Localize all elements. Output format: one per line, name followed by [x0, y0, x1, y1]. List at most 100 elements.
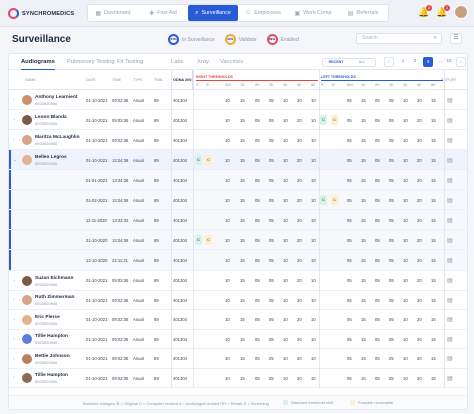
- search-input[interactable]: Search ⌕: [356, 33, 442, 44]
- right-threshold-value: 20: [297, 237, 302, 243]
- patient-avatar: [22, 373, 32, 384]
- right-threshold-value: 10: [311, 336, 316, 342]
- kpi-label: Validate: [238, 36, 257, 43]
- page-2[interactable]: 2: [410, 57, 420, 67]
- patient-name[interactable]: Leonn Blanda: [35, 115, 67, 120]
- patient-name[interactable]: Tillie Hampton: [35, 334, 68, 339]
- tab-labs[interactable]: Labs: [171, 59, 184, 65]
- report-document-icon[interactable]: ▤: [447, 297, 453, 304]
- nav-item-work-comp[interactable]: ▣ Work Comp: [288, 5, 338, 21]
- report-document-icon[interactable]: ▤: [447, 355, 453, 362]
- expand-chevron-icon[interactable]: ›: [13, 117, 15, 123]
- tab-pulmonary-testing[interactable]: Pulmonary Testing: [67, 59, 115, 65]
- expand-chevron-icon[interactable]: ›: [13, 297, 15, 303]
- report-document-icon[interactable]: ▤: [447, 277, 453, 284]
- table-row[interactable]: › Maritza McLaughlin 0923920940 01-10-2021 0…: [9, 130, 467, 150]
- table-row[interactable]: › Tillie Hampton 0923920940 01-10-2021 09:02…: [9, 330, 467, 349]
- right-sub-header: 4K: [283, 83, 288, 87]
- history-row[interactable]: 21-10-2020 13:24:38 Anual 89 401304 C C 10 15 05 0…: [9, 230, 467, 250]
- history-row[interactable]: 12-10-2020 22:11:21 Anual 89 401304 10 15 05 05 1…: [9, 250, 467, 271]
- table-row[interactable]: › Leonn Blanda 0923920940 01-10-2021 09:02:3…: [9, 110, 467, 130]
- search-icon: ⌕: [195, 9, 199, 16]
- tab-xray[interactable]: Xray: [197, 59, 209, 65]
- left-threshold-value: 15: [361, 177, 366, 183]
- patient-name[interactable]: Tillie Hampton: [35, 373, 68, 378]
- left-threshold-value: 15: [431, 97, 436, 103]
- patient-name[interactable]: Suzan Eichmann: [35, 276, 73, 281]
- tab-vaccines[interactable]: Vaccines: [220, 59, 243, 65]
- brand-logo[interactable]: SYNCHROMEDICS: [8, 8, 74, 19]
- page-last[interactable]: 10: [445, 57, 453, 67]
- pagination-next[interactable]: ›: [456, 57, 466, 67]
- report-document-icon[interactable]: ▤: [447, 97, 453, 104]
- expand-chevron-icon[interactable]: ⌄: [13, 157, 17, 163]
- nav-item-surveillance[interactable]: ⌕ Surveillance: [188, 5, 238, 21]
- report-document-icon[interactable]: ▤: [447, 237, 453, 244]
- patient-id: 0923920940: [35, 101, 58, 106]
- patient-name[interactable]: Ruth Zimmerman: [35, 295, 74, 300]
- report-document-icon[interactable]: ▤: [447, 257, 453, 264]
- history-row[interactable]: 01-02-2021 13:24:38 Anual 89 401304 10 15 05 05 1…: [9, 190, 467, 210]
- page-3[interactable]: 3: [423, 57, 433, 67]
- report-document-icon[interactable]: ▤: [447, 316, 453, 323]
- table-header-row: NAME DATE TIME TYPE TWA REPORT ODNA 200 RIGHT T…: [9, 70, 467, 90]
- right-threshold-value: 10: [311, 258, 316, 263]
- alerts-button[interactable]: 🔔 1: [436, 5, 450, 18]
- table-row[interactable]: › Anthony Learnient 0923920940 01-10-2021 09…: [9, 90, 467, 110]
- report-document-icon[interactable]: ▤: [447, 157, 453, 164]
- expand-chevron-icon[interactable]: ›: [13, 137, 15, 143]
- left-threshold-value: 20: [417, 117, 422, 123]
- toggle-recent[interactable]: RECENT: [323, 59, 349, 66]
- table-row[interactable]: › Eric Pierce 0923920940 01-10-2021 09:02:36…: [9, 310, 467, 330]
- right-threshold-value: 05: [255, 317, 260, 323]
- pagination-prev[interactable]: ‹: [384, 57, 394, 67]
- notification-button[interactable]: 🔔 2: [418, 5, 432, 18]
- left-threshold-value: 15: [431, 197, 436, 203]
- report-document-icon[interactable]: ▤: [447, 137, 453, 144]
- expand-chevron-icon[interactable]: ›: [13, 97, 15, 103]
- page-1[interactable]: 1: [398, 57, 408, 67]
- expand-chevron-icon[interactable]: ›: [13, 317, 15, 323]
- cell-twa: 89: [154, 197, 159, 203]
- patient-name[interactable]: Bettie Johnson: [35, 354, 70, 359]
- nav-item-referrals[interactable]: ▤ Referrals: [338, 5, 388, 21]
- report-document-icon[interactable]: ▤: [447, 375, 453, 382]
- cell-odna: 401304: [173, 137, 187, 143]
- report-document-icon[interactable]: ▤: [447, 117, 453, 124]
- patient-name[interactable]: Anthony Learnient: [35, 95, 77, 100]
- table-row[interactable]: › Tillie Hampton 0923920940 01-10-2021 09:02…: [9, 369, 467, 388]
- patient-name[interactable]: Maritza McLaughlin: [35, 135, 80, 140]
- patient-name[interactable]: Bellen Legros: [35, 155, 67, 160]
- tab-audiograms[interactable]: Audiograms: [21, 59, 55, 70]
- report-document-icon[interactable]: ▤: [447, 217, 453, 224]
- report-document-icon[interactable]: ▤: [447, 197, 453, 204]
- left-threshold-value: 15: [431, 177, 436, 183]
- left-threshold-value: 05: [347, 297, 352, 303]
- expand-chevron-icon[interactable]: ›: [13, 356, 15, 362]
- expand-chevron-icon[interactable]: ›: [13, 336, 15, 342]
- col-header-time: TIME: [112, 78, 122, 82]
- history-row[interactable]: 01-01-2021 13:24:38 Anual 89 401304 10 15 05 05 1…: [9, 170, 467, 190]
- report-document-icon[interactable]: ▤: [447, 177, 453, 184]
- table-row[interactable]: › Bettie Johnson 0923920940 01-10-2021 09:02…: [9, 349, 467, 369]
- nav-item-employees[interactable]: ☺ Employees: [238, 5, 288, 21]
- left-threshold-value: 10: [403, 97, 408, 103]
- left-threshold-value: 20: [417, 278, 422, 284]
- history-row[interactable]: 11-11-2020 13:23:32 Anual 89 401304 10 15 05 05 1…: [9, 210, 467, 230]
- patient-name[interactable]: Eric Pierce: [35, 315, 60, 320]
- table-row[interactable]: › Ruth Zimmerman 0923920940 01-10-2021 09:02…: [9, 291, 467, 310]
- right-threshold-value: 20: [297, 177, 302, 183]
- table-row[interactable]: ⌄ Bellen Legros 0923920940 01-10-2021 13:24:…: [9, 150, 467, 170]
- tab-fit-testing[interactable]: Fit Testing: [117, 59, 143, 65]
- nav-item-dashboard[interactable]: ▦ Dashboard: [88, 5, 138, 21]
- report-document-icon[interactable]: ▤: [447, 336, 453, 343]
- left-threshold-value: 15: [431, 157, 436, 163]
- nav-item-first-aid[interactable]: ✚ First Aid: [138, 5, 188, 21]
- toggle-all[interactable]: ALL: [349, 59, 375, 66]
- user-avatar[interactable]: [454, 5, 468, 19]
- filter-button[interactable]: ☰: [450, 33, 462, 44]
- expand-chevron-icon[interactable]: ›: [13, 278, 15, 284]
- expand-chevron-icon[interactable]: ›: [13, 375, 15, 381]
- table-row[interactable]: › Suzan Eichmann 0923920940 01-10-2021 09:02…: [9, 271, 467, 291]
- left-threshold-value: 10: [403, 375, 408, 381]
